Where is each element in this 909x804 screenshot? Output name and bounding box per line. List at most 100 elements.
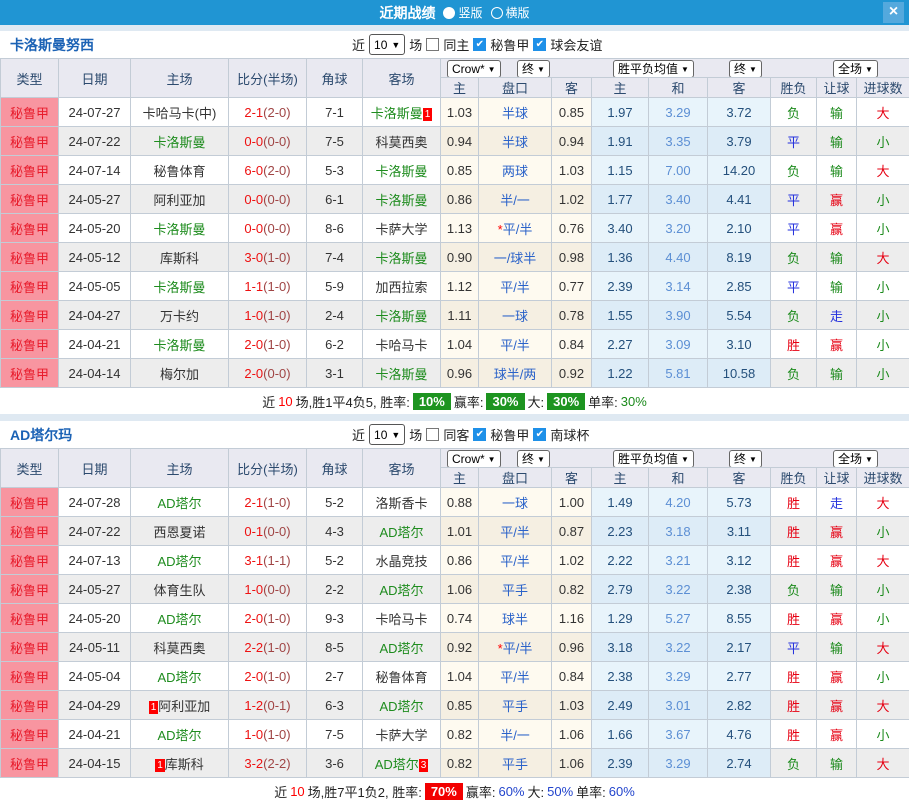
layout-vertical-radio[interactable]: 竖版 [443, 4, 482, 21]
section1-summary: 近10场,胜1平4负5, 胜率:10%赢率:30%大:30%单率:30% [0, 388, 909, 414]
match-row: 秘鲁甲24-04-21卡洛斯曼2-0(1-0)6-2卡哈马卡1.04平/半0.8… [1, 330, 909, 359]
cell-result: 负 [771, 243, 817, 272]
cell-eu-home-odds: 1.49 [592, 488, 649, 517]
match-count-select[interactable]: 10▼ [369, 424, 405, 445]
cell-league: 秘鲁甲 [1, 749, 59, 778]
cell-ah-home-odds: 0.92 [441, 633, 479, 662]
full-match-select[interactable]: 全场▼ [833, 60, 878, 78]
team-name: 西恩夏诺 [153, 525, 205, 540]
cell-eu-away-odds: 2.77 [708, 662, 771, 691]
full-match-select[interactable]: 全场▼ [833, 450, 878, 468]
cell-goals-result: 大 [857, 156, 909, 185]
cell-away-team: 卡洛斯曼 [363, 185, 441, 214]
match-count-select[interactable]: 10▼ [369, 34, 405, 55]
cell-handicap-result: 赢 [817, 720, 857, 749]
match-row: 秘鲁甲24-05-20AD塔尔2-0(1-0)9-3卡哈马卡0.74球半1.16… [1, 604, 909, 633]
close-button[interactable]: × [883, 2, 904, 23]
cell-corner: 3-6 [307, 749, 363, 778]
summary-part: 单率: [588, 392, 618, 411]
cell-ah-home-odds: 1.01 [441, 517, 479, 546]
final-odds-select2[interactable]: 终▼ [729, 450, 762, 468]
radio-selected-icon[interactable] [443, 7, 455, 19]
league1-label: 秘鲁甲 [490, 35, 529, 54]
summary-part: 60% [609, 784, 635, 799]
cell-score: 1-0(1-0) [229, 301, 307, 330]
cell-date: 24-07-22 [59, 517, 131, 546]
cell-score: 1-0(0-0) [229, 575, 307, 604]
final-odds-select[interactable]: 终▼ [517, 450, 550, 468]
cell-eu-draw-odds: 3.29 [649, 749, 708, 778]
cell-away-team: 卡洛斯曼 [363, 359, 441, 388]
cell-ah-away-odds: 1.03 [552, 691, 592, 720]
cell-ah-line: 半球 [479, 127, 552, 156]
cell-score: 0-1(0-0) [229, 517, 307, 546]
half-score: (0-0) [263, 582, 290, 597]
summary-part: 30% [486, 393, 524, 410]
cell-home-team: 梅尔加 [131, 359, 229, 388]
same-home-checkbox[interactable] [426, 38, 439, 51]
col-type: 类型 [1, 59, 59, 98]
cell-handicap-result: 赢 [817, 214, 857, 243]
section2-table: 类型 日期 主场 比分(半场) 角球 客场 Crow*▼ 终▼ 胜平负均值▼ 终… [0, 448, 909, 778]
chevron-down-icon: ▼ [749, 452, 757, 467]
summary-part: 单率: [576, 782, 606, 801]
cell-ah-home-odds: 0.88 [441, 488, 479, 517]
section1-filter-row: 卡洛斯曼努西 近 10▼ 场 同主 ✔ 秘鲁甲 ✔ 球会友谊 [0, 31, 909, 58]
cell-ah-away-odds: 1.06 [552, 749, 592, 778]
chevron-down-icon: ▼ [865, 452, 873, 467]
cell-eu-away-odds: 10.58 [708, 359, 771, 388]
cell-date: 24-07-28 [59, 488, 131, 517]
layout-horizontal-radio[interactable]: 横版 [491, 4, 530, 21]
cell-home-team: 卡哈马卡(中) [131, 98, 229, 127]
league2-checkbox[interactable]: ✔ [533, 428, 546, 441]
bookmaker-select[interactable]: Crow*▼ [447, 450, 501, 468]
cell-score: 2-1(1-0) [229, 488, 307, 517]
cell-ah-home-odds: 1.04 [441, 662, 479, 691]
team-name: 卡哈马卡 [375, 612, 427, 627]
cell-corner: 8-6 [307, 214, 363, 243]
near-label: 近 [352, 425, 365, 444]
col-home: 主场 [131, 449, 229, 488]
cell-ah-away-odds: 1.03 [552, 156, 592, 185]
full-score: 3-2 [244, 756, 263, 771]
summary-part: 近 [274, 782, 287, 801]
cell-score: 3-2(2-2) [229, 749, 307, 778]
bookmaker-select[interactable]: Crow*▼ [447, 60, 501, 78]
avg-odds-select[interactable]: 胜平负均值▼ [613, 60, 694, 78]
cell-ah-home-odds: 0.94 [441, 127, 479, 156]
cell-league: 秘鲁甲 [1, 517, 59, 546]
cell-away-team: 卡洛斯曼1 [363, 98, 441, 127]
cell-date: 24-07-13 [59, 546, 131, 575]
team-name: 卡哈马卡 [375, 338, 427, 353]
radio-unselected-icon[interactable] [491, 7, 503, 19]
half-score: (1-0) [263, 611, 290, 626]
league2-checkbox[interactable]: ✔ [533, 38, 546, 51]
cell-corner: 6-3 [307, 691, 363, 720]
half-score: (0-0) [263, 221, 290, 236]
cell-ah-away-odds: 0.78 [552, 301, 592, 330]
cell-ah-home-odds: 0.85 [441, 156, 479, 185]
final-odds-select2[interactable]: 终▼ [729, 60, 762, 78]
cell-away-team: 卡洛斯曼 [363, 156, 441, 185]
cell-ah-home-odds: 0.90 [441, 243, 479, 272]
cell-corner: 5-9 [307, 272, 363, 301]
same-away-checkbox[interactable] [426, 428, 439, 441]
cell-result: 负 [771, 156, 817, 185]
team-name: 体育生队 [153, 583, 205, 598]
cell-ah-home-odds: 1.03 [441, 98, 479, 127]
team-name: 卡洛斯曼 [375, 367, 427, 382]
team-name: 万卡约 [160, 309, 199, 324]
cell-league: 秘鲁甲 [1, 243, 59, 272]
summary-part: 60% [498, 784, 524, 799]
avg-odds-select[interactable]: 胜平负均值▼ [613, 450, 694, 468]
handicap-line: 平手 [502, 699, 528, 714]
cell-ah-line: 一球 [479, 488, 552, 517]
league1-checkbox[interactable]: ✔ [473, 38, 486, 51]
handicap-line: 一球 [502, 309, 528, 324]
cell-date: 24-05-20 [59, 604, 131, 633]
cell-result: 平 [771, 185, 817, 214]
team-name: 秘鲁体育 [375, 670, 427, 685]
league1-checkbox[interactable]: ✔ [473, 428, 486, 441]
final-odds-select[interactable]: 终▼ [517, 60, 550, 78]
handicap-line: 半/一 [500, 728, 530, 743]
